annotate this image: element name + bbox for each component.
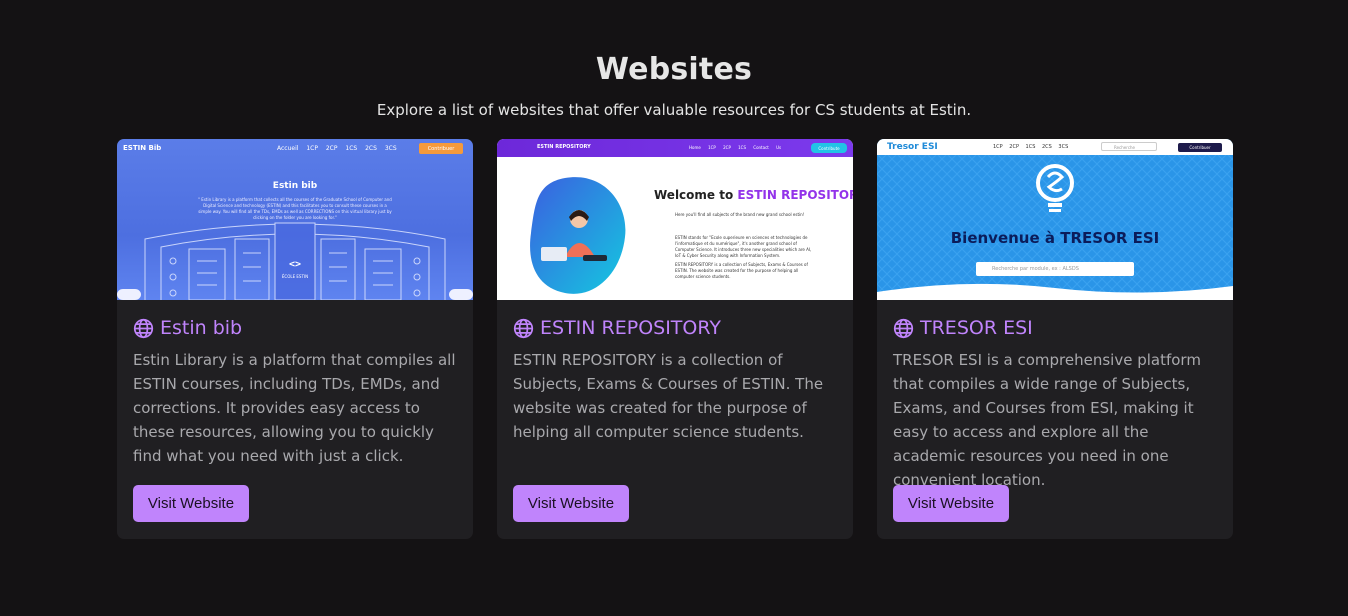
- website-card-estin-bib: ESTIN Bib Accueil 1CP 2CP 1CS 2CS 3CS Co…: [117, 139, 473, 539]
- svg-text:<>: <>: [289, 259, 301, 270]
- screenshot-paragraph-2: ESTIN REPOSITORY is a collection of Subj…: [675, 262, 808, 279]
- screenshot-brand: ESTIN REPOSITORY: [537, 144, 591, 150]
- visit-website-button[interactable]: Visit Website: [133, 485, 249, 522]
- building-label: ÉCOLE ESTIN: [282, 274, 308, 279]
- websites-section: Websites Explore a list of websites that…: [0, 0, 1348, 616]
- globe-icon: [133, 318, 154, 338]
- visit-website-button[interactable]: Visit Website: [893, 485, 1009, 522]
- screenshot-paragraph-1: ESTIN stands for "Ecole superieure en sc…: [675, 235, 812, 258]
- globe-icon: [893, 318, 914, 338]
- screenshot-search: Recherche: [1101, 142, 1157, 151]
- card-description: TRESOR ESI is a comprehensive platform t…: [893, 351, 1201, 489]
- card-title: Estin bib: [133, 314, 457, 342]
- screenshot-heading-highlight: ESTIN REPOSITORY: [737, 188, 853, 202]
- lightbulb-logo-icon: [1036, 164, 1074, 212]
- card-title: TRESOR ESI: [893, 314, 1217, 342]
- screenshot-heading-prefix: Welcome to: [654, 188, 734, 202]
- screenshot-brand: Tresor ESI: [887, 142, 938, 152]
- screenshot-cta: Contribute: [811, 143, 847, 153]
- screenshot-cta: Contribuer: [1178, 143, 1222, 152]
- screenshot-search-input: Recherche par module, ex : ALSDS: [976, 262, 1134, 276]
- screenshot-heading-prefix: Bienvenue à: [950, 229, 1056, 247]
- visit-website-button[interactable]: Visit Website: [513, 485, 629, 522]
- card-description: ESTIN REPOSITORY is a collection of Subj…: [513, 351, 824, 441]
- screenshot-heading: Bienvenue à TRESOR ESI: [877, 229, 1233, 247]
- card-description: Estin Library is a platform that compile…: [133, 351, 456, 465]
- blob-illustration: [530, 177, 626, 294]
- website-screenshot[interactable]: ESTIN Bib Accueil 1CP 2CP 1CS 2CS 3CS Co…: [117, 139, 473, 300]
- section-subtitle: Explore a list of websites that offer va…: [376, 101, 972, 119]
- section-title: Websites: [595, 52, 753, 87]
- screenshot-heading: Welcome to ESTIN REPOSITORY: [654, 188, 853, 202]
- screenshot-line: Here you'll find all subjects of the bra…: [675, 212, 805, 217]
- card-title-text: Estin bib: [160, 317, 243, 339]
- website-card-tresor-esi: Tresor ESI 1CP 2CP 1CS 2CS 3CS Recherche…: [877, 139, 1233, 539]
- screenshot-nav: Home 1CP 2CP 1CS Contact Us: [689, 145, 782, 150]
- globe-icon: [513, 318, 534, 338]
- building-illustration: <> ÉCOLE ESTIN: [117, 222, 473, 300]
- card-title-text: TRESOR ESI: [920, 317, 1033, 339]
- website-card-estin-repository: ESTIN REPOSITORY Home 1CP 2CP 1CS Contac…: [497, 139, 853, 539]
- website-screenshot[interactable]: ESTIN REPOSITORY Home 1CP 2CP 1CS Contac…: [497, 139, 853, 300]
- website-screenshot[interactable]: Tresor ESI 1CP 2CP 1CS 2CS 3CS Recherche…: [877, 139, 1233, 300]
- card-title: ESTIN REPOSITORY: [513, 314, 837, 342]
- card-title-text: ESTIN REPOSITORY: [540, 317, 721, 339]
- screenshot-nav: 1CP 2CP 1CS 2CS 3CS: [993, 144, 1069, 150]
- screenshot-paragraph: ESTIN stands for "Ecole superieure en sc…: [675, 235, 815, 280]
- screenshot-heading-highlight: TRESOR ESI: [1060, 229, 1160, 247]
- wave-decoration: [877, 283, 1233, 300]
